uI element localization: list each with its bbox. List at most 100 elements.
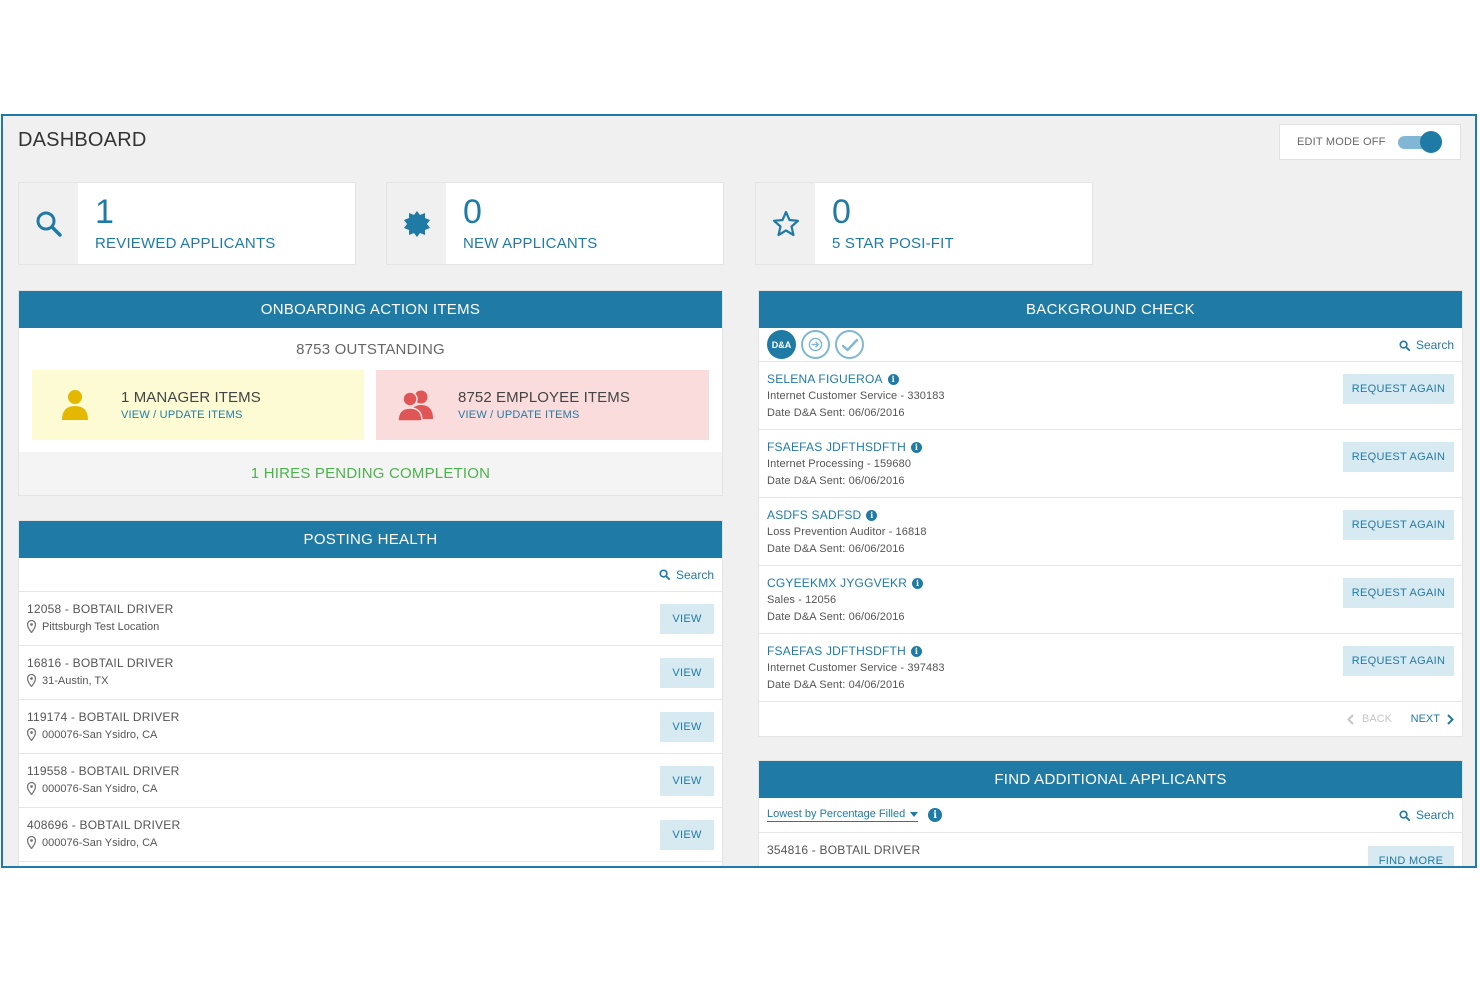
sort-label: Lowest by Percentage Filled xyxy=(767,808,906,820)
employee-items-link[interactable]: VIEW / UPDATE ITEMS xyxy=(458,409,630,421)
applicant-name-link[interactable]: FSAEFAS JDFTHSDFTH i xyxy=(767,440,922,454)
view-button[interactable]: VIEW xyxy=(660,604,714,634)
request-again-button[interactable]: REQUEST AGAIN xyxy=(1343,578,1454,608)
applicant-date: Date D&A Sent: 06/06/2016 xyxy=(767,611,905,623)
manager-items-title: 1 MANAGER ITEMS xyxy=(121,389,261,406)
posting-title: 119558 - BOBTAIL DRIVER xyxy=(27,764,180,778)
search-icon xyxy=(659,569,670,580)
arrow-right-icon xyxy=(808,337,823,352)
info-icon[interactable]: i xyxy=(928,808,943,822)
applicant-name: SELENA FIGUEROA xyxy=(767,372,883,386)
applicant-job: Sales - 12056 xyxy=(767,594,837,606)
caret-down-icon xyxy=(910,811,919,817)
stat-reviewed-applicants[interactable]: 1 REVIEWED APPLICANTS xyxy=(18,182,356,265)
sort-select[interactable]: Lowest by Percentage Filled xyxy=(767,808,919,822)
applicant-name: FSAEFAS JDFTHSDFTH xyxy=(767,644,906,658)
applicant-name-link[interactable]: FSAEFAS JDFTHSDFTH i xyxy=(767,644,922,658)
badge-icon xyxy=(387,183,446,264)
posting-location: Pittsburgh Test Location xyxy=(27,620,159,633)
info-icon[interactable]: i xyxy=(910,441,922,453)
posting-search-button[interactable]: Search xyxy=(659,568,714,582)
view-button[interactable]: VIEW xyxy=(660,712,714,742)
panel-title: ONBOARDING ACTION ITEMS xyxy=(19,291,722,328)
posting-location-text: 000076-San Ysidro, CA xyxy=(42,782,158,795)
table-row: 408696 - BOBTAIL DRIVER 000076-San Ysidro… xyxy=(19,808,722,862)
panel-title: BACKGROUND CHECK xyxy=(759,291,1462,328)
search-label: Search xyxy=(675,567,714,582)
table-row: CGYEEKMX JYGGVEKR i Sales - 12056 Date D&A … xyxy=(759,566,1462,634)
view-button[interactable]: VIEW xyxy=(660,766,714,796)
next-button[interactable]: NEXT xyxy=(1411,713,1454,725)
employee-items-title: 8752 EMPLOYEE ITEMS xyxy=(458,389,630,406)
info-icon[interactable]: i xyxy=(887,373,899,385)
table-row: 119174 - BOBTAIL DRIVER 000076-San Ysidro… xyxy=(19,700,722,754)
posting-location-text: 31-Austin, TX xyxy=(42,674,109,687)
info-icon[interactable]: i xyxy=(912,577,924,589)
map-pin-icon xyxy=(27,620,36,633)
stat-label: 5 STAR POSI-FIT xyxy=(832,235,954,252)
map-pin-icon xyxy=(27,674,36,687)
background-toolbar: D&A Search xyxy=(759,328,1462,362)
toggle-knob xyxy=(1420,131,1442,153)
info-icon[interactable]: i xyxy=(866,509,878,521)
tab-forward[interactable] xyxy=(801,330,830,359)
posting-location-text: 000076-San Ysidro, CA xyxy=(42,728,158,741)
user-icon xyxy=(32,389,107,421)
posting-location-text: Pittsburgh Test Location xyxy=(42,620,160,633)
applicant-name: FSAEFAS JDFTHSDFTH xyxy=(767,440,906,454)
find-search-button[interactable]: Search xyxy=(1399,808,1454,822)
table-row: 12058 - BOBTAIL DRIVER Pittsburgh Test Lo… xyxy=(19,592,722,646)
employee-items-card[interactable]: 8752 EMPLOYEE ITEMS VIEW / UPDATE ITEMS xyxy=(376,370,709,440)
search-icon xyxy=(1399,339,1410,351)
edit-mode-control: EDIT MODE OFF xyxy=(1279,124,1461,160)
posting-list: 12058 - BOBTAIL DRIVER Pittsburgh Test Lo… xyxy=(19,592,722,862)
applicant-job: Loss Prevention Auditor - 16818 xyxy=(767,526,927,538)
request-again-button[interactable]: REQUEST AGAIN xyxy=(1343,442,1454,472)
stat-value: 0 xyxy=(463,193,482,231)
stat-new-applicants[interactable]: 0 NEW APPLICANTS xyxy=(386,182,724,265)
manager-items-card[interactable]: 1 MANAGER ITEMS VIEW / UPDATE ITEMS xyxy=(32,370,364,440)
applicant-date: Date D&A Sent: 04/06/2016 xyxy=(767,679,905,691)
table-row: ASDFS SADFSD i Loss Prevention Auditor - 1… xyxy=(759,498,1462,566)
stat-label: REVIEWED APPLICANTS xyxy=(95,235,276,252)
map-pin-icon xyxy=(27,728,36,741)
search-label: Search xyxy=(1415,808,1454,822)
view-button[interactable]: VIEW xyxy=(660,658,714,688)
posting-title: 16816 - BOBTAIL DRIVER xyxy=(27,656,174,670)
background-search-button[interactable]: Search xyxy=(1399,338,1454,352)
find-row-title: 354816 - BOBTAIL DRIVER xyxy=(767,843,921,857)
back-button[interactable]: BACK xyxy=(1347,713,1392,725)
tab-da[interactable]: D&A xyxy=(767,330,796,359)
manager-items-link[interactable]: VIEW / UPDATE ITEMS xyxy=(121,409,261,421)
table-row: FSAEFAS JDFTHSDFTH i Internet Processing -… xyxy=(759,430,1462,498)
posting-title: 119174 - BOBTAIL DRIVER xyxy=(27,710,180,724)
request-again-button[interactable]: REQUEST AGAIN xyxy=(1343,646,1454,676)
chevron-left-icon xyxy=(1347,713,1354,725)
request-again-button[interactable]: REQUEST AGAIN xyxy=(1343,374,1454,404)
request-again-button[interactable]: REQUEST AGAIN xyxy=(1343,510,1454,540)
stat-five-star[interactable]: 0 5 STAR POSI-FIT xyxy=(755,182,1093,265)
panel-title: POSTING HEALTH xyxy=(19,521,722,558)
info-icon[interactable]: i xyxy=(910,645,922,657)
applicant-job: Internet Customer Service - 397483 xyxy=(767,662,945,674)
applicant-name-link[interactable]: CGYEEKMX JYGGVEKR i xyxy=(767,576,924,590)
table-row: SELENA FIGUEROA i Internet Customer Servic… xyxy=(759,362,1462,430)
posting-toolbar: Search xyxy=(19,558,722,592)
hires-pending-link[interactable]: 1 HIRES PENDING COMPLETION xyxy=(19,452,722,495)
background-check-panel: BACKGROUND CHECK D&A Search SELENA FIGUE… xyxy=(758,290,1463,737)
view-button[interactable]: VIEW xyxy=(660,820,714,850)
checkmark-icon xyxy=(841,338,858,351)
posting-location: 31-Austin, TX xyxy=(27,674,108,687)
dashboard-frame: DASHBOARD EDIT MODE OFF 1 REVIEWED APPLI… xyxy=(1,114,1477,868)
find-more-button[interactable]: FIND MORE xyxy=(1368,846,1454,866)
applicant-name-link[interactable]: SELENA FIGUEROA i xyxy=(767,372,899,386)
back-label: BACK xyxy=(1362,713,1392,725)
search-icon xyxy=(19,183,78,264)
applicant-date: Date D&A Sent: 06/06/2016 xyxy=(767,407,905,419)
edit-mode-label: EDIT MODE OFF xyxy=(1297,136,1386,148)
posting-location: 000076-San Ysidro, CA xyxy=(27,836,157,849)
tab-verified[interactable] xyxy=(835,330,864,359)
applicant-name-link[interactable]: ASDFS SADFSD i xyxy=(767,508,878,522)
table-row: 119558 - BOBTAIL DRIVER 000076-San Ysidro… xyxy=(19,754,722,808)
edit-mode-toggle[interactable] xyxy=(1398,131,1444,153)
